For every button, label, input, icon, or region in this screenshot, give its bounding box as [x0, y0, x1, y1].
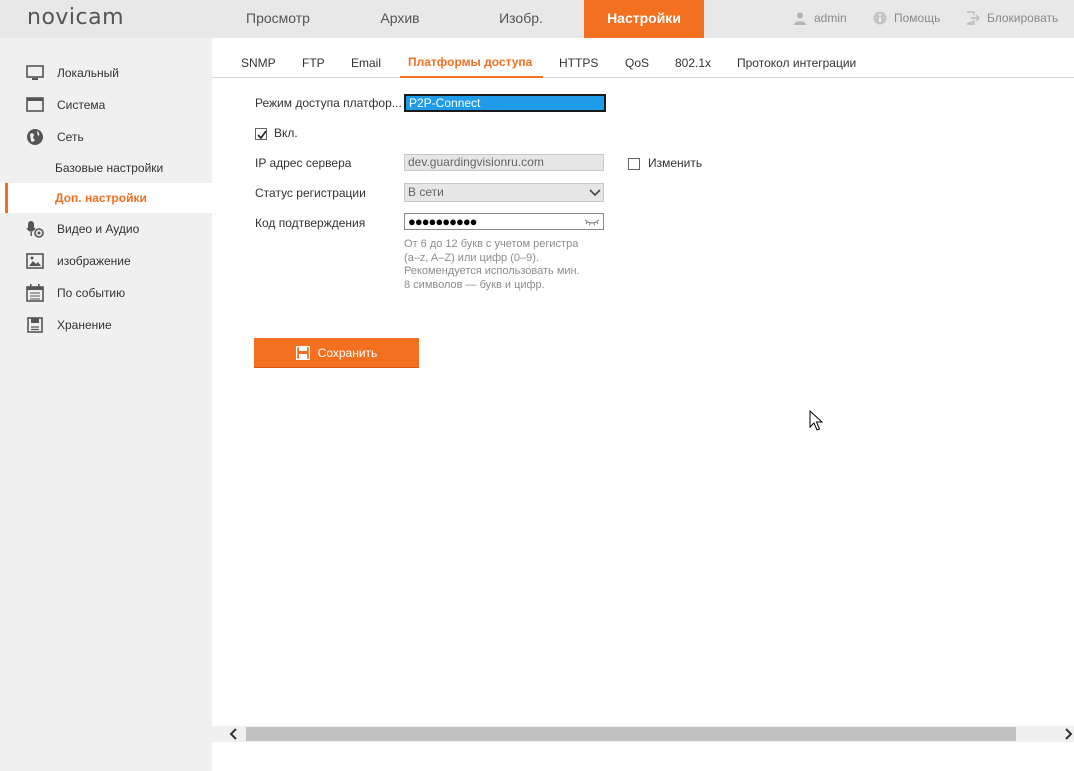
registration-status-select[interactable]: В сети [404, 183, 604, 202]
system-window-icon [26, 97, 44, 112]
lock-link[interactable]: Блокировать [966, 0, 1058, 38]
save-button-label: Сохранить [317, 346, 378, 360]
tab-email[interactable]: Email [351, 38, 381, 77]
server-address-field[interactable]: dev.guardingvisionru.com [404, 154, 604, 171]
sidebar: Локальный Система Сеть Базовые настройки… [0, 38, 212, 771]
sidebar-item-local[interactable]: Локальный [0, 58, 212, 88]
nav-picture[interactable]: Изобр. [471, 0, 571, 38]
server-address-label: IP адрес сервера [255, 156, 352, 170]
sidebar-item-network[interactable]: Сеть [0, 122, 212, 152]
sidebar-item-image[interactable]: изображение [0, 246, 212, 276]
hint-line: Рекомендуется использовать мин. [404, 265, 580, 278]
storage-icon [27, 317, 43, 333]
tab-ftp[interactable]: FTP [302, 38, 325, 77]
sidebar-item-video-audio[interactable]: Видео и Аудио [0, 214, 212, 244]
microphone-icon [26, 221, 44, 238]
nav-live-view[interactable]: Просмотр [228, 0, 328, 38]
tab-snmp[interactable]: SNMP [241, 38, 276, 77]
horizontal-scrollbar[interactable] [212, 726, 1074, 742]
lock-label: Блокировать [987, 11, 1059, 25]
verification-code-label: Код подтверждения [255, 216, 366, 230]
sidebar-item-events[interactable]: По событию [0, 278, 212, 308]
tab-qos[interactable]: QoS [625, 38, 649, 77]
sidebar-item-label: Система [57, 98, 106, 112]
scroll-left-icon[interactable] [226, 726, 242, 742]
logout-icon [966, 11, 980, 25]
sidebar-item-label: Хранение [57, 318, 112, 332]
registration-status-label: Статус регистрации [255, 186, 366, 200]
sidebar-item-label: Сеть [57, 130, 84, 144]
scroll-right-icon[interactable] [1060, 726, 1074, 742]
tab-integration-protocol[interactable]: Протокол интеграции [737, 38, 856, 77]
sidebar-item-label: По событию [57, 286, 126, 300]
help-label: Помощь [894, 11, 941, 25]
platform-mode-select[interactable]: P2P-Connect [404, 94, 606, 112]
eye-closed-icon[interactable] [584, 217, 600, 227]
verification-code-value: ●●●●●●●●●● [408, 214, 478, 229]
mouse-cursor-icon [809, 410, 823, 431]
verification-code-field[interactable]: ●●●●●●●●●● [404, 213, 604, 230]
hint-line: 8 символов — букв и цифр. [404, 279, 545, 292]
brand-logo: novicam [27, 5, 125, 30]
chevron-down-icon [589, 189, 601, 197]
platform-mode-label: Режим доступа платфор... [255, 96, 402, 110]
sidebar-item-label: изображение [57, 254, 131, 268]
settings-tabs: SNMP FTP Email Платформы доступа HTTPS Q… [212, 38, 1074, 78]
info-icon [873, 11, 887, 25]
change-server-checkbox[interactable] [628, 158, 640, 170]
tab-access-platforms[interactable]: Платформы доступа [399, 38, 544, 78]
nav-settings[interactable]: Настройки [584, 0, 704, 38]
sidebar-item-label: Доп. настройки [55, 191, 147, 205]
sidebar-item-label: Базовые настройки [55, 161, 164, 175]
sidebar-item-label: Локальный [57, 66, 119, 80]
hint-line: От 6 до 12 букв с учетом регистра [404, 238, 579, 250]
monitor-icon [26, 65, 44, 80]
sidebar-item-basic-settings[interactable]: Базовые настройки [0, 153, 212, 183]
top-navigation-bar: novicam Просмотр Архив Изобр. Настройки … [0, 0, 1074, 38]
sidebar-item-label: Видео и Аудио [57, 222, 140, 236]
sidebar-item-storage[interactable]: Хранение [0, 310, 212, 340]
user-menu[interactable]: admin [793, 0, 847, 38]
nav-archive[interactable]: Архив [350, 0, 450, 38]
enable-checkbox[interactable] [255, 128, 267, 140]
image-icon [26, 253, 44, 269]
tab-8021x[interactable]: 802.1x [675, 38, 711, 77]
user-icon [794, 12, 806, 25]
user-name: admin [814, 11, 847, 25]
checkmark-icon [257, 130, 267, 140]
enable-label: Вкл. [274, 126, 298, 140]
scrollbar-thumb[interactable] [246, 727, 1016, 741]
globe-icon [27, 129, 43, 145]
tab-https[interactable]: HTTPS [559, 38, 598, 77]
sidebar-item-advanced-settings[interactable]: Доп. настройки [0, 183, 212, 213]
calendar-icon [26, 284, 44, 302]
save-button[interactable]: Сохранить [254, 338, 419, 368]
password-hint: От 6 до 12 букв с учетом регистра (a–z, … [404, 238, 614, 293]
sidebar-item-system[interactable]: Система [0, 90, 212, 120]
floppy-disk-icon [295, 346, 310, 360]
registration-status-value: В сети [408, 185, 444, 199]
hint-line: (a–z, A–Z) или цифр (0–9). [404, 251, 539, 264]
change-server-label: Изменить [648, 156, 703, 170]
help-link[interactable]: Помощь [873, 0, 940, 38]
